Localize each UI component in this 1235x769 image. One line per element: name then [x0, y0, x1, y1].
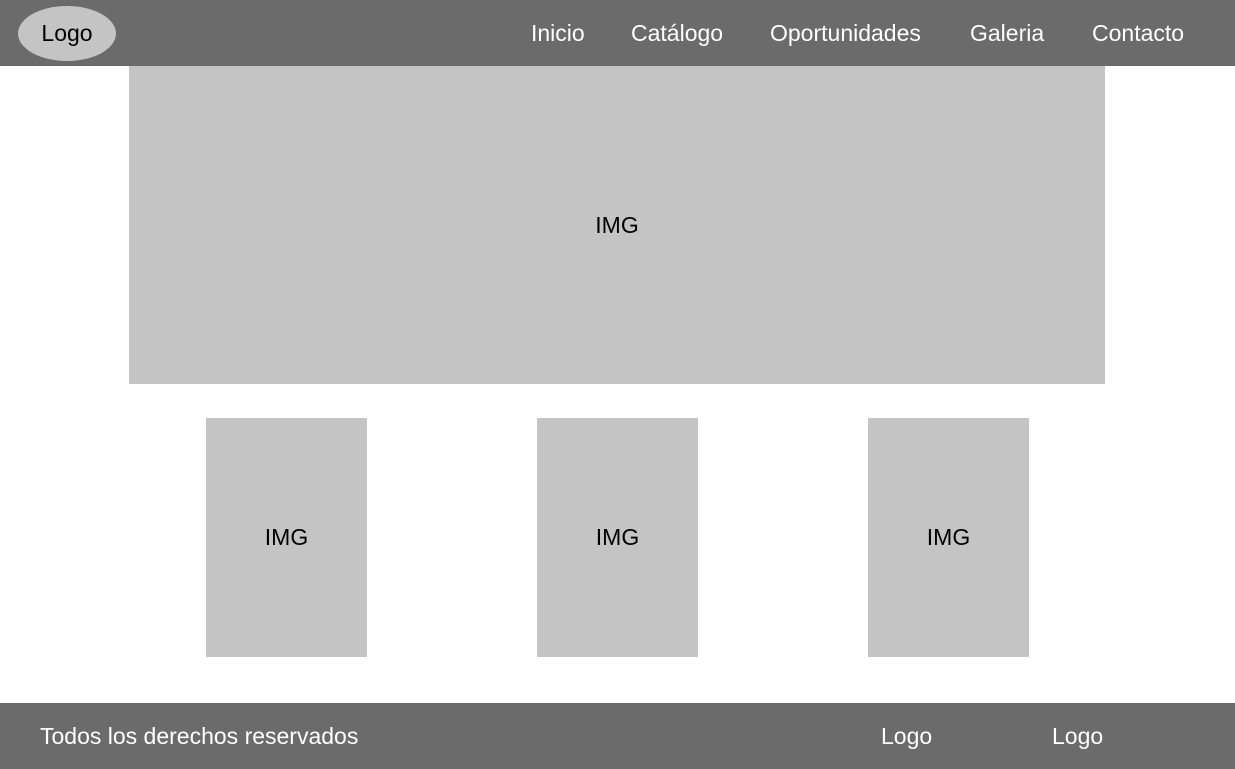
footer-logo-1[interactable]: Logo [881, 720, 932, 752]
footer-logo-2[interactable]: Logo [1052, 720, 1103, 752]
page: Logo Inicio Catálogo Oportunidades Galer… [0, 0, 1235, 769]
gallery-image-placeholder-1: IMG [206, 418, 367, 657]
nav-link-contacto[interactable]: Contacto [1092, 17, 1184, 49]
gallery-image-placeholder-3: IMG [868, 418, 1029, 657]
footer-bar: Todos los derechos reservados Logo Logo [0, 703, 1235, 769]
nav-link-catalogo[interactable]: Catálogo [631, 17, 723, 49]
header-logo[interactable]: Logo [18, 6, 116, 61]
nav-link-galeria[interactable]: Galeria [970, 17, 1044, 49]
nav-link-inicio[interactable]: Inicio [531, 17, 585, 49]
gallery-image-placeholder-2: IMG [537, 418, 698, 657]
footer-copyright: Todos los derechos reservados [40, 723, 359, 749]
header-bar: Logo Inicio Catálogo Oportunidades Galer… [0, 0, 1235, 66]
nav-link-oportunidades[interactable]: Oportunidades [770, 17, 921, 49]
hero-image-placeholder: IMG [129, 66, 1105, 384]
